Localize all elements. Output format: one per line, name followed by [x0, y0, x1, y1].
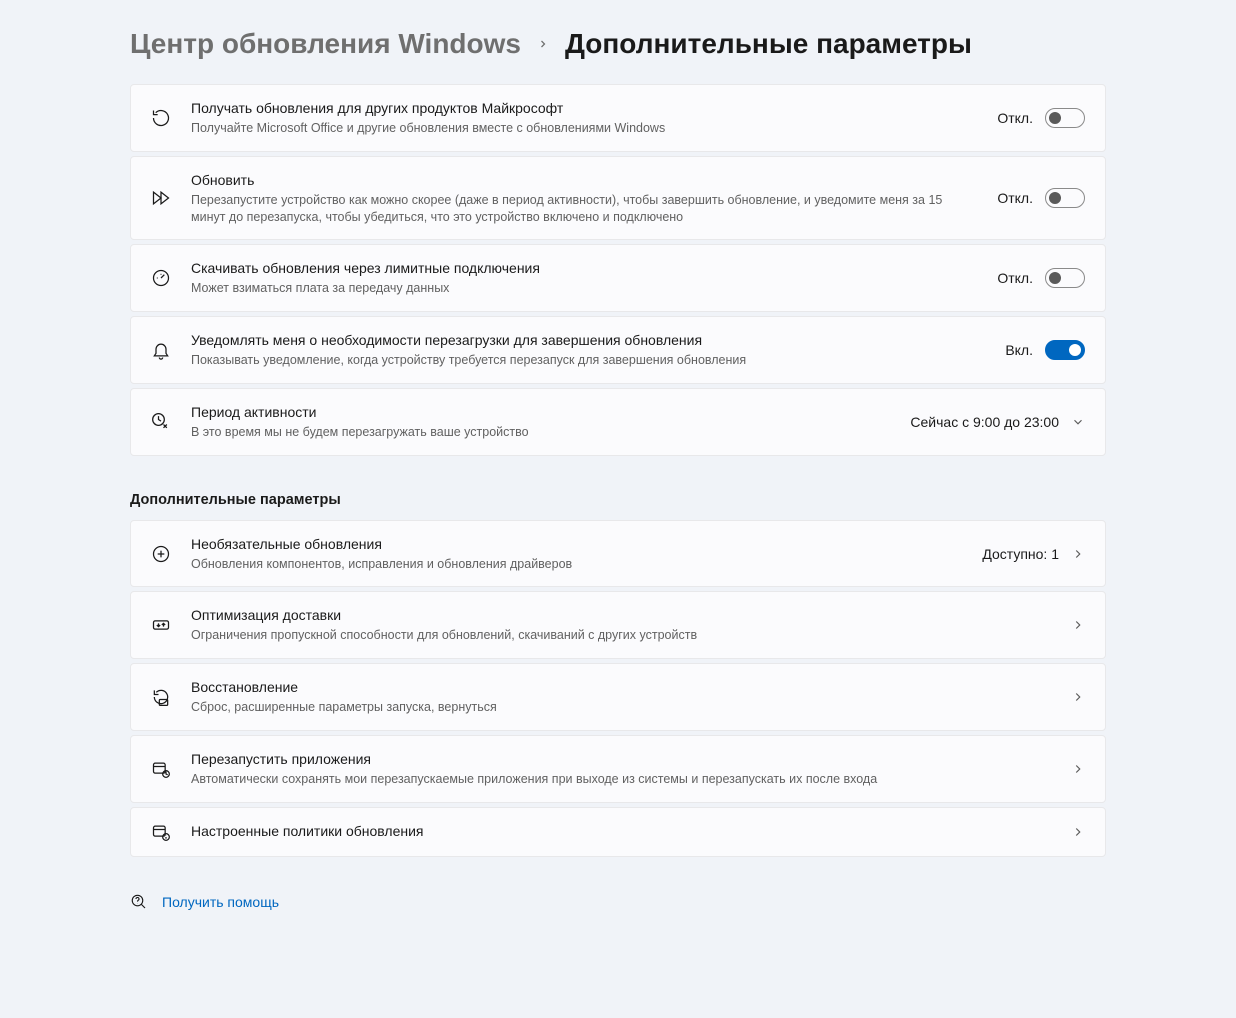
card-title: Уведомлять меня о необходимости перезагр…: [191, 331, 985, 350]
page-title: Дополнительные параметры: [565, 28, 972, 60]
nav-title: Настроенные политики обновления: [191, 822, 1051, 841]
card-subtitle: Перезапустите устройство как можно скоре…: [191, 192, 977, 226]
toggle-other-products[interactable]: [1045, 108, 1085, 128]
toggle-label: Вкл.: [1005, 342, 1033, 358]
card-active-hours[interactable]: Период активности В это время мы не буде…: [130, 388, 1106, 456]
window-refresh-icon: [151, 759, 171, 779]
recovery-icon: [151, 687, 171, 707]
chevron-right-icon: [1071, 547, 1085, 561]
chevron-right-icon: [1071, 690, 1085, 704]
section-heading: Дополнительные параметры: [130, 492, 1106, 508]
nav-subtitle: Автоматически сохранять мои перезапускае…: [191, 771, 1051, 788]
card-title: Скачивать обновления через лимитные подк…: [191, 259, 977, 278]
card-subtitle: Получайте Microsoft Office и другие обно…: [191, 120, 977, 137]
chevron-down-icon: [1071, 415, 1085, 429]
toggle-metered[interactable]: [1045, 268, 1085, 288]
card-title: Период активности: [191, 403, 890, 422]
active-hours-value: Сейчас с 9:00 до 23:00: [910, 414, 1059, 430]
window-info-icon: [151, 822, 171, 842]
nav-restart-apps[interactable]: Перезапустить приложения Автоматически с…: [130, 735, 1106, 803]
toggle-label: Откл.: [997, 190, 1033, 206]
optional-updates-count: Доступно: 1: [982, 546, 1059, 562]
plus-circle-icon: [151, 544, 171, 564]
card-title: Получать обновления для других продуктов…: [191, 99, 977, 118]
nav-title: Восстановление: [191, 678, 1051, 697]
help-icon: [130, 893, 148, 911]
breadcrumb-parent[interactable]: Центр обновления Windows: [130, 28, 521, 60]
chevron-right-icon: [1071, 618, 1085, 632]
gauge-icon: [151, 268, 171, 288]
card-metered: Скачивать обновления через лимитные подк…: [130, 244, 1106, 312]
breadcrumb: Центр обновления Windows Дополнительные …: [130, 28, 1106, 60]
nav-title: Оптимизация доставки: [191, 606, 1051, 625]
card-title: Обновить: [191, 171, 977, 190]
history-icon: [151, 108, 171, 128]
card-subtitle: Показывать уведомление, когда устройству…: [191, 352, 985, 369]
nav-subtitle: Ограничения пропускной способности для о…: [191, 627, 1051, 644]
nav-subtitle: Обновления компонентов, исправления и об…: [191, 556, 962, 573]
card-subtitle: Может взиматься плата за передачу данных: [191, 280, 977, 297]
fast-forward-icon: [151, 188, 171, 208]
help-row: Получить помощь: [130, 893, 1106, 911]
nav-subtitle: Сброс, расширенные параметры запуска, ве…: [191, 699, 1051, 716]
toggle-notify-restart[interactable]: [1045, 340, 1085, 360]
toggle-label: Откл.: [997, 110, 1033, 126]
nav-recovery[interactable]: Восстановление Сброс, расширенные параме…: [130, 663, 1106, 731]
nav-title: Перезапустить приложения: [191, 750, 1051, 769]
download-device-icon: [151, 615, 171, 635]
nav-delivery-optimization[interactable]: Оптимизация доставки Ограничения пропуск…: [130, 591, 1106, 659]
card-notify-restart: Уведомлять меня о необходимости перезагр…: [130, 316, 1106, 384]
nav-optional-updates[interactable]: Необязательные обновления Обновления ком…: [130, 520, 1106, 588]
clock-arrow-icon: [151, 412, 171, 432]
card-update-asap: Обновить Перезапустите устройство как мо…: [130, 156, 1106, 241]
chevron-right-icon: [537, 38, 549, 50]
nav-configured-policies[interactable]: Настроенные политики обновления: [130, 807, 1106, 857]
card-other-products: Получать обновления для других продуктов…: [130, 84, 1106, 152]
bell-icon: [151, 340, 171, 360]
chevron-right-icon: [1071, 762, 1085, 776]
toggle-update-asap[interactable]: [1045, 188, 1085, 208]
card-subtitle: В это время мы не будем перезагружать ва…: [191, 424, 890, 441]
nav-title: Необязательные обновления: [191, 535, 962, 554]
toggle-label: Откл.: [997, 270, 1033, 286]
get-help-link[interactable]: Получить помощь: [162, 894, 279, 910]
chevron-right-icon: [1071, 825, 1085, 839]
